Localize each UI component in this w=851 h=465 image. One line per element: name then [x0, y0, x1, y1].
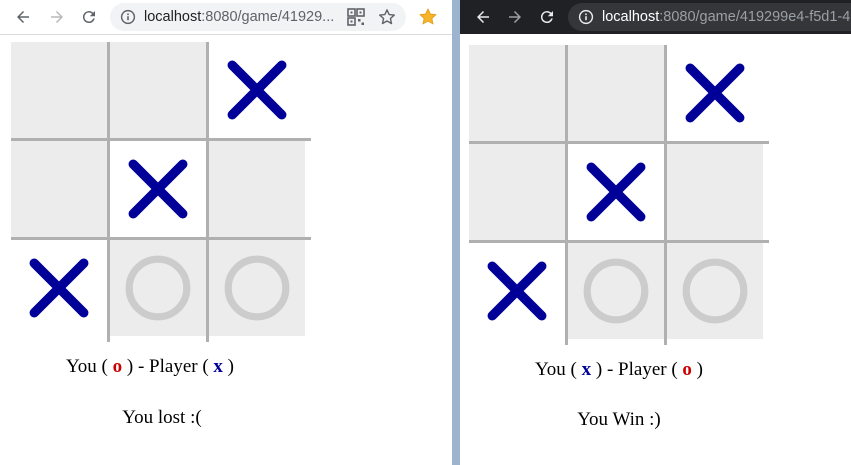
o-mark-icon — [583, 258, 649, 324]
player-mark: o — [682, 359, 692, 380]
you-mark: o — [112, 356, 123, 377]
bookmark-star-icon[interactable] — [377, 7, 397, 27]
board-grid-line — [206, 42, 209, 342]
arrow-left-icon — [477, 11, 489, 23]
status-player-label: ) - Player ( — [595, 359, 678, 380]
board-cell-r1-c3[interactable] — [667, 45, 763, 141]
window-divider — [452, 0, 460, 465]
board-cell-r1-c2[interactable] — [110, 42, 206, 138]
arrow-left-icon — [17, 11, 29, 23]
arrow-right-icon — [509, 11, 521, 23]
board-cell-r2-c1[interactable] — [469, 144, 565, 240]
o-mark-icon — [224, 255, 290, 321]
board-cell-r1-c3[interactable] — [209, 42, 305, 138]
back-button[interactable] — [12, 6, 34, 28]
qr-code-icon[interactable] — [346, 7, 366, 27]
x-mark-icon — [685, 63, 745, 123]
browser-toolbar: localhost:8080/game/41929... — [0, 0, 452, 35]
status-you-label: You ( — [534, 359, 577, 380]
status-player-label: ) - Player ( — [126, 356, 209, 377]
arrow-right-icon — [51, 11, 63, 23]
status-you-label: You ( — [65, 356, 108, 377]
o-mark-icon — [125, 255, 191, 321]
forward-button[interactable] — [46, 6, 68, 28]
game-result: You Win :) — [577, 409, 661, 430]
url-host: localhost — [602, 9, 660, 25]
board-cell-r2-c2[interactable] — [110, 141, 206, 237]
status-close: ) — [227, 356, 234, 377]
board-grid-line — [11, 138, 311, 141]
game-board — [11, 42, 311, 342]
status-close: ) — [696, 359, 703, 380]
reload-button[interactable] — [536, 6, 558, 28]
board-cell-r3-c1[interactable] — [11, 240, 107, 336]
board-grid-line — [469, 240, 769, 243]
board-cell-r1-c1[interactable] — [11, 42, 107, 138]
board-cell-r1-c1[interactable] — [469, 45, 565, 141]
info-icon[interactable] — [120, 9, 136, 25]
board-grid-line — [11, 237, 311, 240]
back-button[interactable] — [472, 6, 494, 28]
x-mark-icon — [586, 162, 646, 222]
url-path: :8080/game/41929... — [201, 9, 335, 25]
browser-toolbar: localhost:8080/game/419299e4-f5d1-49 — [460, 0, 851, 34]
browser-window-left: localhost:8080/game/41929... You ( o ) -… — [0, 0, 452, 465]
board-cell-r2-c3[interactable] — [667, 144, 763, 240]
board-cell-r1-c2[interactable] — [568, 45, 664, 141]
x-mark-icon — [29, 258, 89, 318]
o-mark-icon — [682, 258, 748, 324]
x-mark-icon — [128, 159, 188, 219]
x-mark-icon — [487, 261, 547, 321]
reload-icon — [540, 11, 553, 24]
players-status: You ( o ) - Player ( x ) — [0, 356, 300, 378]
player-mark: x — [213, 356, 223, 377]
forward-button[interactable] — [504, 6, 526, 28]
board-cell-r3-c2[interactable] — [568, 243, 664, 339]
board-cell-r3-c3[interactable] — [667, 243, 763, 339]
game-board — [469, 45, 769, 345]
x-mark-icon — [227, 60, 287, 120]
board-cell-r3-c2[interactable] — [110, 240, 206, 336]
board-cell-r2-c3[interactable] — [209, 141, 305, 237]
players-status: You ( x ) - Player ( o ) — [469, 359, 769, 381]
board-grid-line — [565, 45, 568, 345]
address-bar[interactable]: localhost:8080/game/419299e4-f5d1-49 — [568, 3, 851, 31]
board-cell-r2-c2[interactable] — [568, 144, 664, 240]
board-grid-line — [469, 141, 769, 144]
board-cell-r2-c1[interactable] — [11, 141, 107, 237]
info-icon[interactable] — [578, 9, 594, 25]
url-host: localhost — [144, 9, 202, 25]
reload-icon — [82, 11, 95, 24]
reload-button[interactable] — [78, 6, 100, 28]
board-cell-r3-c3[interactable] — [209, 240, 305, 336]
browser-window-right: localhost:8080/game/419299e4-f5d1-49 You… — [460, 0, 851, 465]
extension-star-icon[interactable] — [418, 7, 438, 27]
board-grid-line — [664, 45, 667, 345]
board-grid-line — [107, 42, 110, 342]
game-result: You lost :( — [122, 407, 202, 428]
board-cell-r3-c1[interactable] — [469, 243, 565, 339]
url-path: :8080/game/419299e4-f5d1-49 — [659, 9, 851, 25]
you-mark: x — [581, 359, 592, 380]
